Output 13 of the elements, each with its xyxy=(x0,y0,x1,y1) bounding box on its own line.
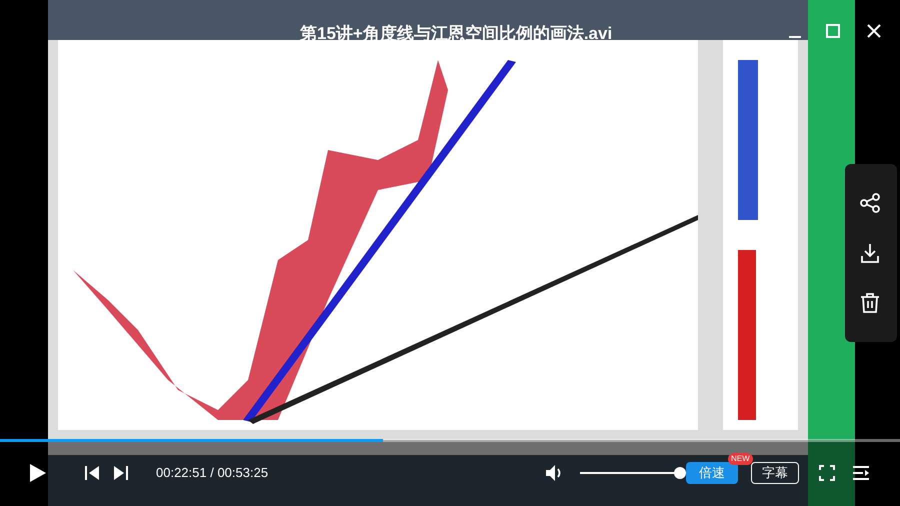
new-badge: NEW xyxy=(728,453,753,465)
share-icon[interactable] xyxy=(860,193,880,213)
close-icon[interactable] xyxy=(867,24,881,38)
playlist-icon[interactable] xyxy=(852,465,870,481)
download-icon[interactable] xyxy=(860,243,880,263)
progress-track[interactable] xyxy=(0,439,900,442)
fullscreen-icon[interactable] xyxy=(819,465,835,481)
next-icon[interactable] xyxy=(113,465,129,481)
previous-icon[interactable] xyxy=(84,465,100,481)
maximize-icon[interactable] xyxy=(826,24,840,38)
time-display: 00:22:51 / 00:53:25 xyxy=(156,465,268,481)
trash-icon[interactable] xyxy=(860,292,880,314)
subtitle-button[interactable]: 字幕 xyxy=(751,462,799,484)
